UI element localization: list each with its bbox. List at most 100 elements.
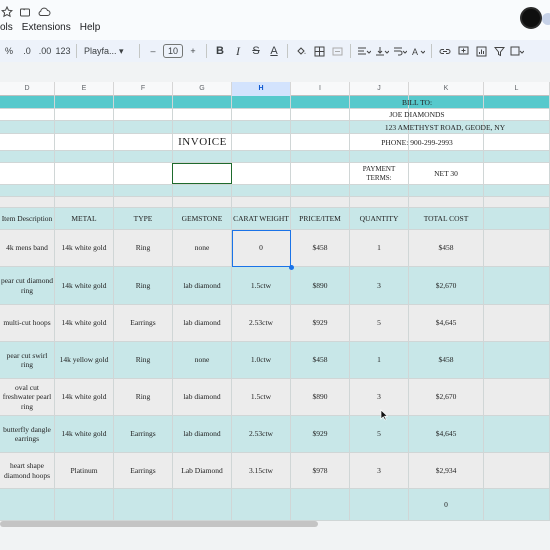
cell-d[interactable] — [0, 96, 55, 109]
table-cell[interactable]: 2.53ctw — [232, 416, 291, 453]
cell-h[interactable] — [232, 489, 291, 521]
table-header-cell[interactable]: QUANTITY — [350, 208, 409, 230]
cell-f[interactable] — [114, 163, 173, 185]
cell-l[interactable] — [484, 163, 550, 185]
table-header-cell[interactable]: PRICE/ITEM — [291, 208, 350, 230]
cell-l[interactable] — [484, 134, 550, 151]
cell-l[interactable] — [484, 453, 550, 489]
cell-d[interactable] — [0, 185, 55, 197]
column-header-f[interactable]: F — [114, 82, 173, 96]
cell-h[interactable] — [232, 151, 291, 163]
cell-l[interactable] — [484, 185, 550, 197]
table-cell[interactable]: oval cut freshwater pearl ring — [0, 379, 55, 416]
table-cell[interactable]: Platinum — [55, 453, 114, 489]
cell-g[interactable] — [173, 96, 232, 109]
cell-e[interactable] — [55, 109, 114, 121]
table-cell[interactable]: $458 — [291, 230, 350, 267]
cell-e[interactable] — [55, 96, 114, 109]
table-cell[interactable]: 14k white gold — [55, 416, 114, 453]
cell-l[interactable] — [484, 197, 550, 208]
table-cell[interactable]: none — [173, 342, 232, 379]
cell-h[interactable] — [232, 185, 291, 197]
table-cell[interactable]: butterfly dangle earrings — [0, 416, 55, 453]
table-cell[interactable]: $4,645 — [409, 416, 484, 453]
table-cell[interactable]: 14k yellow gold — [55, 342, 114, 379]
cell-f[interactable] — [114, 96, 173, 109]
filter-views-icon[interactable] — [509, 42, 525, 60]
text-color-button[interactable]: A — [266, 42, 282, 60]
star-icon[interactable] — [1, 6, 13, 18]
cell-h[interactable] — [232, 121, 291, 134]
table-cell[interactable]: Ring — [114, 379, 173, 416]
table-cell[interactable]: lab diamond — [173, 416, 232, 453]
table-header-cell[interactable]: TOTAL COST — [409, 208, 484, 230]
vertical-align-icon[interactable] — [374, 42, 390, 60]
decrease-font-size-button[interactable]: – — [145, 42, 161, 60]
table-cell[interactable]: 14k white gold — [55, 267, 114, 305]
table-cell[interactable]: Lab Diamond — [173, 453, 232, 489]
cell-d[interactable] — [0, 197, 55, 208]
table-cell[interactable]: $2,670 — [409, 267, 484, 305]
filter-icon[interactable] — [491, 42, 507, 60]
borders-icon[interactable] — [311, 42, 327, 60]
table-cell[interactable]: none — [173, 230, 232, 267]
table-cell[interactable]: lab diamond — [173, 305, 232, 342]
table-cell[interactable]: 1 — [350, 230, 409, 267]
cell-l[interactable] — [484, 379, 550, 416]
cell-f[interactable] — [114, 121, 173, 134]
cell-i[interactable] — [291, 134, 350, 151]
cell-j[interactable] — [350, 185, 409, 197]
total-cost-value[interactable]: 0 — [409, 489, 484, 521]
table-cell[interactable]: Earrings — [114, 453, 173, 489]
table-cell[interactable]: 1.5ctw — [232, 379, 291, 416]
cell-h[interactable] — [232, 96, 291, 109]
cell-k[interactable] — [409, 197, 484, 208]
table-cell[interactable]: 4k mens band — [0, 230, 55, 267]
insert-comment-icon[interactable] — [455, 42, 471, 60]
table-cell[interactable]: 1.0ctw — [232, 342, 291, 379]
insert-chart-icon[interactable] — [473, 42, 489, 60]
table-cell[interactable]: $890 — [291, 379, 350, 416]
fill-handle[interactable] — [288, 265, 294, 270]
table-cell[interactable]: 1 — [350, 342, 409, 379]
cell-g[interactable] — [173, 151, 232, 163]
cell-i[interactable] — [291, 96, 350, 109]
cell-l[interactable] — [484, 267, 550, 305]
cell-f[interactable] — [114, 185, 173, 197]
italic-button[interactable]: I — [230, 42, 246, 60]
table-cell[interactable]: $458 — [409, 342, 484, 379]
cell-k[interactable] — [409, 151, 484, 163]
table-cell[interactable]: lab diamond — [173, 267, 232, 305]
cell-l[interactable] — [484, 416, 550, 453]
table-cell[interactable]: Ring — [114, 342, 173, 379]
table-header-cell[interactable]: TYPE — [114, 208, 173, 230]
cell-f[interactable] — [114, 151, 173, 163]
strikethrough-button[interactable]: S — [248, 42, 264, 60]
column-header-j[interactable]: J — [350, 82, 409, 96]
cell-h[interactable] — [232, 163, 291, 185]
table-cell[interactable]: heart shape diamond hoops — [0, 453, 55, 489]
column-header-e[interactable]: E — [55, 82, 114, 96]
cell-i[interactable] — [291, 197, 350, 208]
bold-button[interactable]: B — [212, 42, 228, 60]
cell-j[interactable] — [350, 197, 409, 208]
percent-format-button[interactable]: % — [1, 42, 17, 60]
table-cell[interactable]: 14k white gold — [55, 305, 114, 342]
table-cell[interactable]: $978 — [291, 453, 350, 489]
column-header-g[interactable]: G — [173, 82, 232, 96]
cell-f[interactable] — [114, 489, 173, 521]
table-cell[interactable]: $458 — [409, 230, 484, 267]
cell-e[interactable] — [55, 121, 114, 134]
cell-e[interactable] — [55, 489, 114, 521]
cell-i[interactable] — [291, 109, 350, 121]
cell-g[interactable] — [173, 121, 232, 134]
cell-i[interactable] — [291, 121, 350, 134]
column-header-l[interactable]: L — [484, 82, 550, 96]
table-cell[interactable]: pear cut diamond ring — [0, 267, 55, 305]
table-cell[interactable]: 14k white gold — [55, 379, 114, 416]
cell-l[interactable] — [484, 305, 550, 342]
avatar[interactable] — [520, 7, 542, 29]
cell-g[interactable] — [173, 109, 232, 121]
payment-terms-label[interactable]: PAYMENT TERMS: — [350, 163, 409, 185]
column-header-h[interactable]: H — [232, 82, 291, 96]
